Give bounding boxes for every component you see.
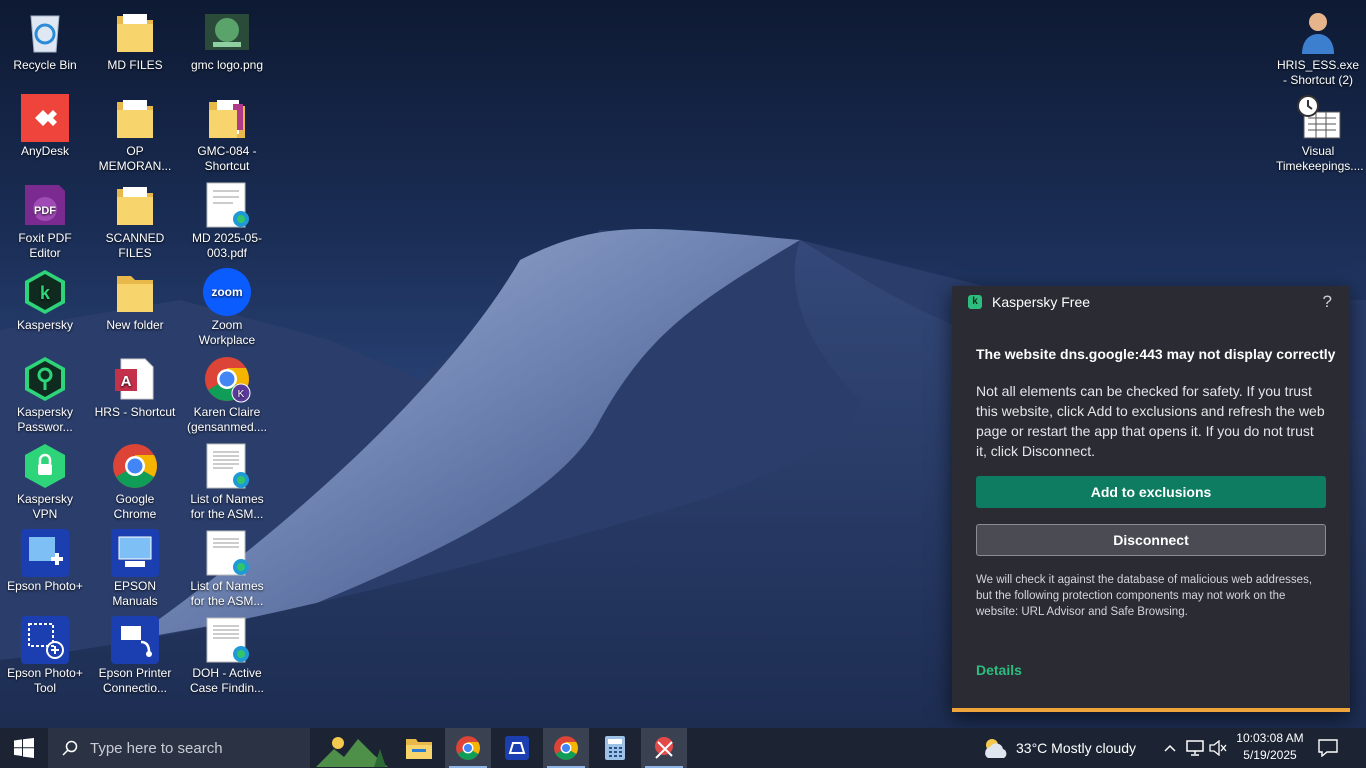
desktop-icon-new-folder[interactable]: New folder (91, 268, 179, 333)
kaspersky-icon: k (21, 268, 69, 316)
notification-title: The website dns.google:443 may not displ… (976, 346, 1336, 362)
details-link[interactable]: Details (976, 662, 1022, 678)
folder-icon (111, 8, 159, 56)
search-icon (62, 740, 78, 756)
taskbar-chrome-1[interactable] (445, 728, 491, 768)
chrome-icon (111, 442, 159, 490)
taskbar-calculator[interactable] (592, 728, 638, 768)
taskbar-clock[interactable]: 10:03:08 AM 5/19/2025 (1230, 730, 1310, 764)
desktop-icon-visual-timekeeping[interactable]: Visual Timekeepings.... (1274, 94, 1364, 174)
taskbar-file-explorer[interactable] (396, 728, 442, 768)
desktop-icon-hrs-shortcut[interactable]: A HRS - Shortcut (91, 355, 179, 420)
cloudy-weather-icon (985, 739, 1007, 758)
epson-photo-icon (21, 529, 69, 577)
desktop-icon-kaspersky[interactable]: k Kaspersky (1, 268, 89, 333)
desktop-icon-list-of-names-1[interactable]: List of Names for the ASM... (183, 442, 271, 522)
kaspersky-notification: k Kaspersky Free ? The website dns.googl… (952, 286, 1350, 712)
search-placeholder: Type here to search (90, 739, 223, 757)
notification-body: Not all elements can be checked for safe… (976, 383, 1325, 459)
desktop-icon-md-files[interactable]: MD FILES (91, 8, 179, 73)
desktop-icon-kaspersky-vpn[interactable]: Kaspersky VPN (1, 442, 89, 522)
desktop-icon-zoom-workplace[interactable]: zoom Zoom Workplace (183, 268, 271, 348)
kaspersky-app-name: Kaspersky Free (992, 294, 1091, 310)
desktop-icon-kaspersky-password[interactable]: Kaspersky Passwor... (1, 355, 89, 435)
timekeeping-icon (1294, 94, 1342, 142)
desktop-icon-hris-ess[interactable]: HRIS_ESS.exe - Shortcut (2) (1274, 8, 1362, 88)
clock-time: 10:03:08 AM (1236, 731, 1304, 745)
desktop-icon-chrome-profile-karen[interactable]: K Karen Claire (gensanmed.... (183, 355, 271, 435)
desktop-icon-recycle-bin[interactable]: Recycle Bin (1, 8, 89, 73)
taskbar-snipping-tool[interactable] (641, 728, 687, 768)
taskbar-scanner-app[interactable] (494, 728, 540, 768)
notification-accent-bar (952, 708, 1350, 712)
svg-text:K: K (238, 389, 245, 400)
epson-photo-tool-icon (21, 616, 69, 664)
weather-text[interactable]: 33°C Mostly cloudy (1016, 740, 1136, 756)
desktop-icon-scanned-files[interactable]: SCANNED FILES (91, 181, 179, 261)
epson-printer-icon (111, 616, 159, 664)
volume-muted-icon[interactable] (1209, 740, 1227, 756)
kaspersky-header: k Kaspersky Free (968, 294, 1090, 310)
svg-text:PDF: PDF (34, 205, 56, 217)
calculator-icon (605, 736, 625, 760)
edge-pdf-icon (203, 442, 251, 490)
desktop-icon-epson-manuals[interactable]: EPSON Manuals (91, 529, 179, 609)
taskbar-search-box[interactable]: Type here to search (48, 728, 310, 768)
kaspersky-vpn-icon (21, 442, 69, 490)
svg-text:A: A (121, 373, 132, 390)
image-file-icon (203, 8, 251, 56)
chrome-icon (456, 736, 480, 760)
folder-icon (111, 181, 159, 229)
svg-text:zoom: zoom (211, 285, 242, 299)
epson-manuals-icon (111, 529, 159, 577)
folder-icon (111, 268, 159, 316)
taskbar-chrome-2[interactable] (543, 728, 589, 768)
windows-icon (14, 738, 34, 758)
desktop-icon-anydesk[interactable]: AnyDesk (1, 94, 89, 159)
scenery-icon (316, 737, 388, 767)
folder-icon (111, 94, 159, 142)
file-explorer-icon (406, 739, 432, 759)
edge-pdf-icon (203, 181, 251, 229)
desktop-icon-doh-active-case[interactable]: DOH - Active Case Findin... (183, 616, 271, 696)
help-icon[interactable]: ? (1323, 292, 1332, 312)
clock-date: 5/19/2025 (1243, 748, 1297, 762)
taskbar: Type here to search 33°C Mostly cloudy 1… (0, 728, 1366, 768)
edge-pdf-icon (203, 529, 251, 577)
chrome-profile-icon: K (203, 355, 251, 403)
desktop-icon-google-chrome[interactable]: Google Chrome (91, 442, 179, 522)
scanner-icon (505, 736, 529, 760)
desktop-icon-epson-printer-connection[interactable]: Epson Printer Connectio... (91, 616, 179, 696)
edge-pdf-icon (203, 616, 251, 664)
taskbar-widget-scenery[interactable] (312, 728, 392, 768)
anydesk-icon (21, 94, 69, 142)
desktop-icon-md-pdf[interactable]: MD 2025-05-003.pdf (183, 181, 271, 261)
foxit-pdf-icon: PDF (21, 181, 69, 229)
desktop-icon-epson-photo[interactable]: Epson Photo+ (1, 529, 89, 594)
kaspersky-password-icon (21, 355, 69, 403)
kaspersky-logo-icon: k (968, 295, 982, 309)
desktop-icon-list-of-names-2[interactable]: List of Names for the ASM... (183, 529, 271, 609)
desktop-icon-gmc-084-shortcut[interactable]: GMC-084 - Shortcut (183, 94, 271, 174)
desktop-icon-epson-photo-tool[interactable]: Epson Photo+ Tool (1, 616, 89, 696)
notification-center-icon[interactable] (1318, 739, 1338, 757)
zoom-icon: zoom (203, 268, 251, 316)
recycle-bin-icon (21, 8, 69, 56)
user-app-icon (1294, 8, 1342, 56)
start-button[interactable] (0, 728, 48, 768)
network-icon[interactable] (1186, 740, 1204, 756)
access-icon: A (111, 355, 159, 403)
folder-icon (203, 94, 251, 142)
desktop-icon-op-memoran[interactable]: OP MEMORAN... (91, 94, 179, 174)
svg-text:k: k (40, 283, 51, 303)
desktop-icon-foxit-pdf-editor[interactable]: PDF Foxit PDF Editor (1, 181, 89, 261)
disconnect-button[interactable]: Disconnect (976, 524, 1326, 556)
snipping-tool-icon (655, 737, 673, 759)
chevron-up-icon[interactable] (1163, 741, 1177, 755)
chrome-icon (554, 736, 578, 760)
desktop-icon-gmc-logo[interactable]: gmc logo.png (183, 8, 271, 73)
notification-note: We will check it against the database of… (976, 574, 1313, 618)
add-to-exclusions-button[interactable]: Add to exclusions (976, 476, 1326, 508)
